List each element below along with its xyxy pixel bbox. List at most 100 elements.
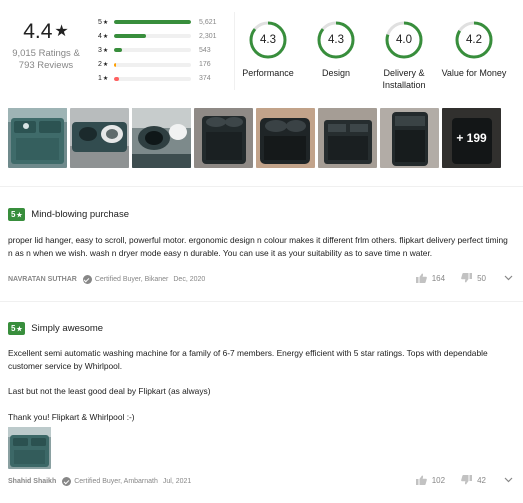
- distribution-row: 3★ 543: [96, 43, 231, 57]
- thumbs-down-icon[interactable]: [461, 273, 473, 283]
- review-meta: Shahid Shaikh Certified Buyer, Ambarnath…: [8, 477, 191, 486]
- distribution-bar: [114, 48, 191, 53]
- star-icon: ★: [54, 23, 69, 40]
- distribution-count: 2,301: [199, 32, 217, 40]
- review-paragraph: Thank you! Flipkart & Whirlpool :-): [8, 411, 135, 422]
- distribution-stars: 1: [98, 75, 102, 83]
- certified-check-icon: [62, 477, 72, 486]
- certified-check-icon: [82, 275, 92, 284]
- aspect-design: 4.3 Design: [298, 20, 374, 79]
- distribution-bar-fill: [114, 20, 191, 25]
- review-paragraph: proper lid hanger, easy to scroll, power…: [8, 235, 508, 258]
- star-icon: ★: [102, 62, 109, 69]
- distribution-row: 5★ 5,621: [96, 15, 231, 29]
- distribution-count: 176: [199, 61, 211, 69]
- distribution-bar-fill: [114, 76, 120, 81]
- review-photo-thumbnail[interactable]: [70, 108, 129, 168]
- star-icon: ★: [102, 33, 109, 40]
- aspect-name: Delivery & Installation: [382, 68, 426, 90]
- aspect-name: Design: [321, 68, 350, 78]
- star-icon: ★: [102, 76, 109, 83]
- washing-machine-photo: [8, 427, 51, 469]
- review-paragraph: Excellent semi automatic washing machine…: [8, 348, 488, 371]
- review-header: 5★ Mind-blowing purchase: [8, 206, 513, 224]
- rating-distribution: 5★ 5,621 4★ 2,301 3★ 543 2★ 176 1★ 374: [96, 15, 231, 86]
- distribution-count: 5,621: [199, 18, 217, 26]
- distribution-count: 543: [199, 46, 211, 54]
- washing-machine-photo: [132, 108, 191, 168]
- review-card: 5★ Simply awesome Excellent semi automati…: [8, 320, 513, 496]
- review-card: 5★ Mind-blowing purchase proper lid hange…: [8, 206, 513, 296]
- washing-machine-photo: [256, 108, 315, 168]
- star-icon: ★: [16, 212, 23, 220]
- dislike-count: 50: [477, 273, 486, 283]
- aspect-name: Performance: [242, 68, 294, 78]
- more-photos-button[interactable]: + 199: [442, 108, 501, 168]
- distribution-bar-fill: [114, 48, 122, 53]
- review-title: Mind-blowing purchase: [31, 209, 129, 221]
- review-header: 5★ Simply awesome: [8, 320, 513, 338]
- aspect-performance: 4.3 Performance: [230, 20, 306, 79]
- thumbs-up-icon[interactable]: [415, 273, 427, 283]
- distribution-row: 4★ 2,301: [96, 29, 231, 43]
- distribution-row: 1★ 374: [96, 72, 231, 86]
- thumbs-down-icon[interactable]: [461, 475, 473, 485]
- aspect-score: 4.2: [466, 34, 482, 46]
- review-paragraph: Last but not the least good deal by Flip…: [8, 386, 211, 396]
- certified-buyer-label: Certified Buyer, Ambarnath: [74, 478, 158, 485]
- review-photo-thumbnail[interactable]: [132, 108, 191, 168]
- review-date: Jul, 2021: [162, 478, 192, 485]
- review-text: Excellent semi automatic washing machine…: [8, 347, 513, 423]
- review-votes: 102 42: [415, 475, 513, 485]
- more-photos-label: + 199: [442, 108, 501, 168]
- ratings-summary: 4.4 ★ 9,015 Ratings & 793 Reviews 5★ 5,62…: [0, 0, 523, 104]
- aspect-ring: 4.3: [316, 20, 356, 60]
- review-photo-thumbnail[interactable]: [256, 108, 315, 168]
- review-date: Dec, 2020: [173, 276, 206, 283]
- aspect-delivery: 4.0 Delivery & Installation: [366, 20, 442, 91]
- review-attached-photo[interactable]: [8, 427, 51, 469]
- star-icon: ★: [102, 47, 109, 54]
- star-icon: ★: [16, 326, 23, 334]
- distribution-count: 374: [199, 75, 211, 83]
- aspect-score: 4.3: [260, 34, 276, 46]
- aspect-name: Value for Money: [441, 68, 507, 78]
- distribution-stars: 5: [98, 18, 102, 26]
- review-author: NAVRATAN SUTHAR: [8, 276, 77, 283]
- certified-buyer-label: Certified Buyer, Bikaner: [94, 276, 169, 283]
- review-photo-thumbnail[interactable]: [318, 108, 377, 168]
- review-title: Simply awesome: [31, 323, 104, 335]
- review-photo-gallery: + 199: [8, 108, 518, 168]
- aspect-value-for-money: 4.2 Value for Money: [434, 20, 514, 79]
- distribution-bar: [114, 34, 191, 39]
- washing-machine-photo: [194, 108, 253, 168]
- distribution-stars: 2: [98, 61, 102, 69]
- review-author: Shahid Shaikh: [8, 478, 57, 485]
- reviews-count: 793 Reviews: [18, 60, 74, 71]
- washing-machine-photo: [70, 108, 129, 168]
- distribution-bar: [114, 20, 191, 25]
- distribution-row: 2★ 176: [96, 58, 231, 72]
- review-photo-thumbnail[interactable]: [8, 108, 67, 168]
- thumbs-up-icon[interactable]: [415, 475, 427, 485]
- star-icon: ★: [102, 19, 109, 26]
- aspect-score: 4.0: [396, 34, 412, 46]
- section-divider: [0, 186, 523, 187]
- dislike-count: 42: [477, 475, 486, 485]
- overall-rating-value: 4.4: [23, 20, 53, 43]
- review-votes: 164 50: [415, 273, 513, 283]
- review-photo-thumbnail[interactable]: [194, 108, 253, 168]
- overall-rating: 4.4 ★ 9,015 Ratings & 793 Reviews: [6, 20, 86, 72]
- washing-machine-photo: [318, 108, 377, 168]
- distribution-bar: [114, 62, 191, 67]
- chevron-down-icon[interactable]: [504, 275, 513, 281]
- aspect-ring: 4.3: [248, 20, 288, 60]
- review-rating-badge: 5★: [8, 208, 26, 222]
- distribution-stars: 4: [98, 32, 102, 40]
- review-photo-thumbnail[interactable]: [380, 108, 439, 168]
- review-rating-value: 5: [11, 324, 16, 334]
- washing-machine-photo: [380, 108, 439, 168]
- like-count: 164: [431, 273, 446, 283]
- chevron-down-icon[interactable]: [504, 477, 513, 483]
- review-rating-value: 5: [11, 210, 16, 220]
